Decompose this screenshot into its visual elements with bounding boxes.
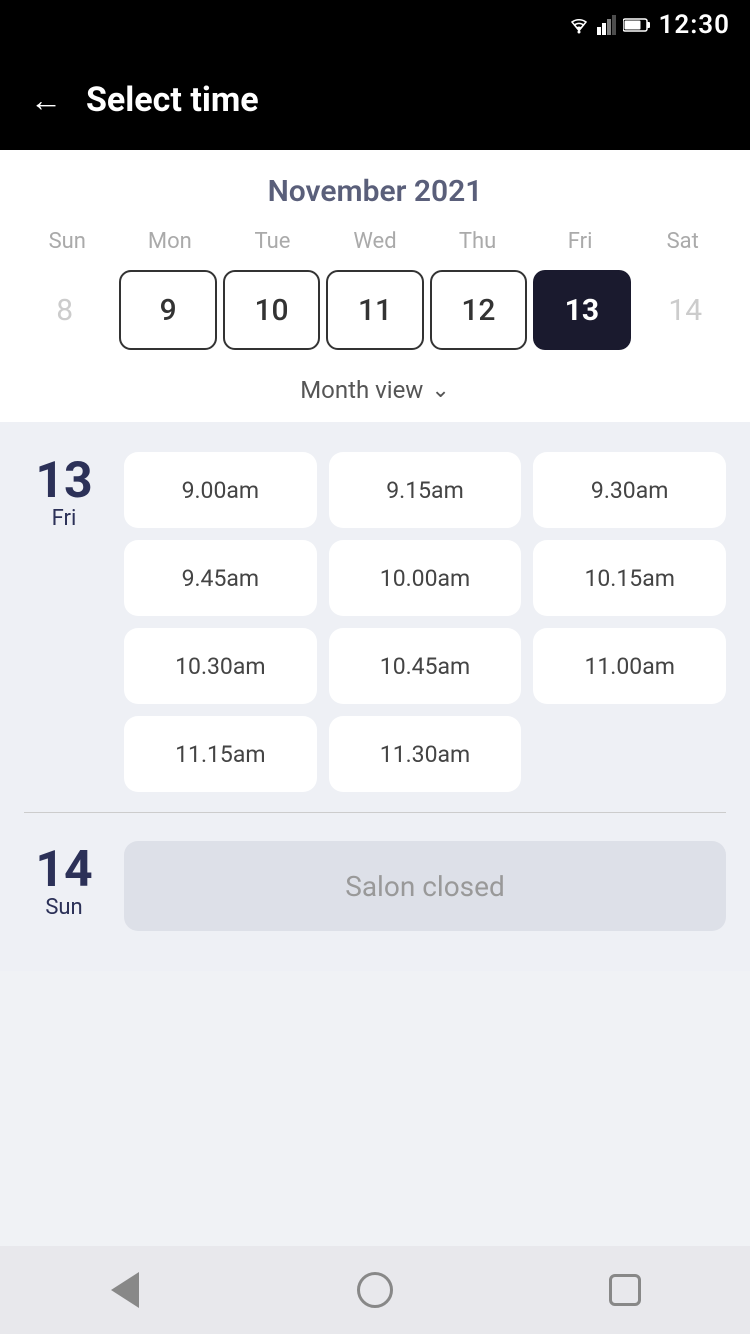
weekday-fri: Fri xyxy=(529,225,632,258)
weekday-wed: Wed xyxy=(324,225,427,258)
timeslots-section: 13 Fri 9.00am9.15am9.30am9.45am10.00am10… xyxy=(0,422,750,971)
day-label-13: 13 Fri xyxy=(24,452,104,792)
time-slot-1045am[interactable]: 10.45am xyxy=(329,628,522,704)
recent-nav-icon xyxy=(609,1274,641,1306)
section-divider xyxy=(24,812,726,813)
weekday-labels: Sun Mon Tue Wed Thu Fri Sat xyxy=(16,225,734,258)
weekday-thu: Thu xyxy=(426,225,529,258)
cal-day-13[interactable]: 13 xyxy=(533,270,630,350)
cal-day-9[interactable]: 9 xyxy=(119,270,216,350)
weekday-mon: Mon xyxy=(119,225,222,258)
cal-day-12[interactable]: 12 xyxy=(430,270,527,350)
bottom-nav xyxy=(0,1246,750,1334)
signal-icon xyxy=(597,15,617,35)
time-slot-1130am[interactable]: 11.30am xyxy=(329,716,522,792)
home-nav-icon xyxy=(357,1272,393,1308)
back-arrow-icon: ← xyxy=(30,81,62,119)
status-time: 12:30 xyxy=(659,10,731,40)
calendar-week-row: 891011121314 xyxy=(16,270,734,362)
chevron-down-icon: ⌄ xyxy=(431,378,449,403)
page-title: Select time xyxy=(86,80,259,120)
month-year-label: November 2021 xyxy=(16,174,734,209)
weekday-tue: Tue xyxy=(221,225,324,258)
time-slot-900am[interactable]: 9.00am xyxy=(124,452,317,528)
day-number-13: 13 xyxy=(35,456,92,506)
weekday-sat: Sat xyxy=(631,225,734,258)
time-slot-1030am[interactable]: 10.30am xyxy=(124,628,317,704)
day-name-13: Fri xyxy=(52,506,77,531)
back-nav-icon xyxy=(111,1272,139,1308)
cal-day-14: 14 xyxy=(637,270,734,350)
day-block-13: 13 Fri 9.00am9.15am9.30am9.45am10.00am10… xyxy=(24,452,726,792)
cal-day-11[interactable]: 11 xyxy=(326,270,423,350)
day-name-14: Sun xyxy=(45,895,82,920)
back-button[interactable]: ← xyxy=(30,81,62,119)
time-grid-13: 9.00am9.15am9.30am9.45am10.00am10.15am10… xyxy=(124,452,726,792)
month-view-label: Month view xyxy=(300,376,423,404)
status-bar: 12:30 xyxy=(0,0,750,50)
app-header: ← Select time xyxy=(0,50,750,150)
day-number-14: 14 xyxy=(35,845,92,895)
weekday-sun: Sun xyxy=(16,225,119,258)
month-view-toggle[interactable]: Month view ⌄ xyxy=(16,362,734,422)
time-slot-1015am[interactable]: 10.15am xyxy=(533,540,726,616)
time-slot-945am[interactable]: 9.45am xyxy=(124,540,317,616)
cal-day-8: 8 xyxy=(16,270,113,350)
cal-day-10[interactable]: 10 xyxy=(223,270,320,350)
time-slot-1100am[interactable]: 11.00am xyxy=(533,628,726,704)
battery-icon xyxy=(623,17,651,33)
closed-block-14: 14 Sun Salon closed xyxy=(24,841,726,931)
home-nav-button[interactable] xyxy=(350,1265,400,1315)
time-slot-1000am[interactable]: 10.00am xyxy=(329,540,522,616)
time-slot-1115am[interactable]: 11.15am xyxy=(124,716,317,792)
time-slot-930am[interactable]: 9.30am xyxy=(533,452,726,528)
time-slot-915am[interactable]: 9.15am xyxy=(329,452,522,528)
wifi-icon xyxy=(567,16,591,34)
salon-closed-label: Salon closed xyxy=(345,870,505,903)
recent-nav-button[interactable] xyxy=(600,1265,650,1315)
salon-closed-box: Salon closed xyxy=(124,841,726,931)
calendar-section: November 2021 Sun Mon Tue Wed Thu Fri Sa… xyxy=(0,150,750,422)
status-icons xyxy=(567,15,651,35)
back-nav-button[interactable] xyxy=(100,1265,150,1315)
day-label-14: 14 Sun xyxy=(24,841,104,931)
